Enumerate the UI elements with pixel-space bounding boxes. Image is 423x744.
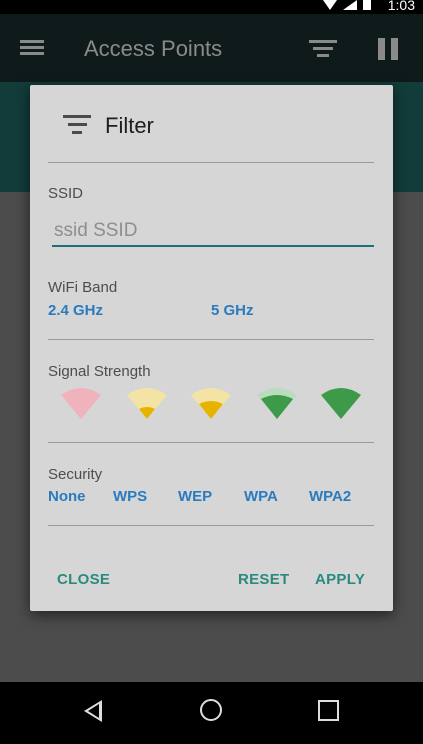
divider bbox=[48, 442, 374, 443]
wifi-signal-0-icon[interactable] bbox=[59, 385, 103, 419]
close-button[interactable]: CLOSE bbox=[57, 571, 110, 588]
wifi-signal-2-icon[interactable] bbox=[189, 385, 233, 419]
filter-icon[interactable] bbox=[308, 40, 338, 58]
band-option-5ghz[interactable]: 5 GHz bbox=[211, 302, 254, 319]
status-time: 1:03 bbox=[387, 0, 415, 13]
wifi-signal-4-icon[interactable] bbox=[319, 385, 363, 419]
wifi-signal-3-icon[interactable] bbox=[255, 385, 299, 419]
wifi-band-label: WiFi Band bbox=[48, 279, 118, 296]
security-option-wpa2[interactable]: WPA2 bbox=[309, 488, 351, 505]
divider bbox=[48, 525, 374, 526]
navigation-bar bbox=[0, 682, 423, 744]
back-icon[interactable] bbox=[84, 700, 102, 722]
cell-signal-icon bbox=[343, 0, 357, 10]
band-option-2-4ghz[interactable]: 2.4 GHz bbox=[48, 302, 103, 319]
wifi-signal-1-icon[interactable] bbox=[125, 385, 169, 419]
status-bar: 1:03 bbox=[0, 0, 423, 14]
divider bbox=[48, 339, 374, 340]
ssid-label: SSID bbox=[48, 185, 84, 202]
battery-icon bbox=[363, 0, 371, 10]
signal-strength-label: Signal Strength bbox=[48, 363, 151, 380]
status-icons bbox=[323, 0, 371, 10]
home-icon[interactable] bbox=[200, 699, 222, 721]
ssid-input[interactable] bbox=[52, 217, 374, 247]
security-option-wps[interactable]: WPS bbox=[113, 488, 147, 505]
reset-button[interactable]: RESET bbox=[238, 571, 290, 588]
dialog-title: Filter bbox=[105, 113, 154, 138]
filter-dialog: Filter SSID WiFi Band 2.4 GHz 5 GHz Sign… bbox=[30, 85, 393, 611]
security-option-none[interactable]: None bbox=[48, 488, 86, 505]
pause-icon[interactable] bbox=[378, 38, 400, 60]
app-bar: Access Points bbox=[0, 14, 423, 82]
apply-button[interactable]: APPLY bbox=[315, 571, 365, 588]
wifi-status-icon bbox=[323, 0, 337, 10]
app-title: Access Points bbox=[84, 36, 223, 61]
security-option-wep[interactable]: WEP bbox=[178, 488, 212, 505]
filter-icon bbox=[62, 115, 92, 135]
divider bbox=[48, 162, 374, 163]
recent-apps-icon[interactable] bbox=[318, 700, 339, 721]
security-label: Security bbox=[48, 466, 103, 483]
menu-icon[interactable] bbox=[20, 40, 44, 56]
security-option-wpa[interactable]: WPA bbox=[244, 488, 278, 505]
